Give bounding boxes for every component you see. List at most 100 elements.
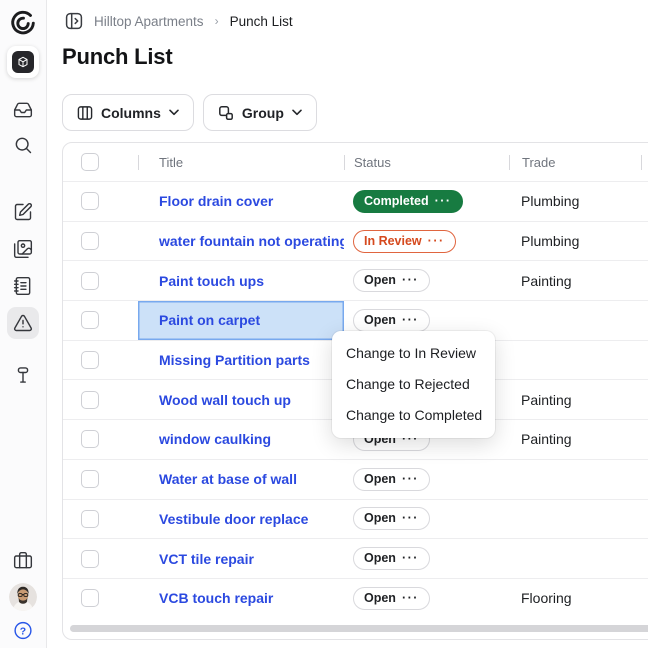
table-row[interactable]: VCT tile repair Open··· xyxy=(63,538,648,578)
columns-icon xyxy=(77,105,93,121)
title-cell[interactable]: water fountain not operating xyxy=(138,222,344,261)
table-row[interactable]: Paint touch upsOpen···Painting xyxy=(63,260,648,300)
menu-item[interactable]: Change to Rejected xyxy=(332,369,495,400)
sidebar-item-project[interactable] xyxy=(7,46,39,78)
group-button[interactable]: Group xyxy=(203,94,317,131)
title-cell[interactable]: Vestibule door replace xyxy=(138,500,344,539)
menu-item[interactable]: Change to In Review xyxy=(332,338,495,369)
more-options-icon[interactable]: ··· xyxy=(402,551,419,565)
trade-cell xyxy=(509,500,648,539)
column-divider xyxy=(138,155,139,170)
help-icon[interactable]: ? xyxy=(14,621,33,640)
signpost-icon[interactable] xyxy=(13,365,33,385)
row-checkbox[interactable] xyxy=(81,430,99,448)
status-badge-label: Open xyxy=(364,511,396,525)
table-row[interactable]: Water at base of wall Open··· xyxy=(63,459,648,499)
search-icon[interactable] xyxy=(13,135,33,155)
column-header-trade[interactable]: Trade xyxy=(509,143,648,181)
status-badge[interactable]: Open ··· xyxy=(353,507,430,530)
file-edit-icon[interactable] xyxy=(13,202,33,222)
status-badge[interactable]: Open··· xyxy=(353,468,430,491)
column-header-title[interactable]: Title xyxy=(138,143,344,181)
inbox-icon[interactable] xyxy=(13,100,33,120)
title-cell[interactable]: Wood wall touch up xyxy=(138,380,344,419)
row-checkbox[interactable] xyxy=(81,232,99,250)
row-checkbox[interactable] xyxy=(81,272,99,290)
columns-button[interactable]: Columns xyxy=(62,94,194,131)
column-header-status[interactable]: Status xyxy=(344,143,509,181)
breadcrumb-project[interactable]: Hilltop Apartments xyxy=(94,14,204,29)
status-badge[interactable]: Open··· xyxy=(353,547,430,570)
more-options-icon[interactable]: ··· xyxy=(428,234,445,248)
columns-button-label: Columns xyxy=(101,105,161,121)
row-checkbox[interactable] xyxy=(81,192,99,210)
row-checkbox[interactable] xyxy=(81,550,99,568)
main-content: Hilltop Apartments › Punch List Punch Li… xyxy=(47,0,648,648)
status-badge-label: Open xyxy=(364,591,396,605)
chevron-down-icon xyxy=(169,109,179,116)
table-row[interactable]: Vestibule door replace Open ··· xyxy=(63,499,648,539)
task-title-link[interactable]: Missing Partition parts xyxy=(159,352,310,368)
checkbox-cell xyxy=(63,420,138,459)
row-checkbox[interactable] xyxy=(81,391,99,409)
more-options-icon[interactable]: ··· xyxy=(402,591,419,605)
task-title-link[interactable]: Paint on carpet xyxy=(159,312,260,328)
title-cell[interactable]: window caulking xyxy=(138,420,344,459)
row-checkbox[interactable] xyxy=(81,510,99,528)
table-row[interactable]: VCB touch repairOpen···Flooring xyxy=(63,578,648,618)
title-cell[interactable]: VCB touch repair xyxy=(138,579,344,618)
table-row[interactable]: water fountain not operating In Review···… xyxy=(63,221,648,261)
task-title-link[interactable]: water fountain not operating xyxy=(159,233,344,249)
menu-item[interactable]: Change to Completed xyxy=(332,400,495,431)
row-checkbox[interactable] xyxy=(81,351,99,369)
checkbox-cell xyxy=(63,460,138,499)
app-logo-icon[interactable] xyxy=(9,9,37,37)
status-badge[interactable]: Open··· xyxy=(353,309,430,332)
trade-cell: Painting xyxy=(509,420,648,459)
breadcrumb-separator-icon: › xyxy=(215,14,219,28)
status-badge[interactable]: Open ··· xyxy=(353,587,430,610)
panel-toggle-icon[interactable] xyxy=(65,12,83,30)
photos-icon[interactable] xyxy=(13,239,33,259)
cube-icon xyxy=(12,51,34,73)
title-cell[interactable]: Paint touch ups xyxy=(138,261,344,300)
more-options-icon[interactable]: ··· xyxy=(402,313,419,327)
checkbox-cell xyxy=(63,182,138,221)
trade-cell xyxy=(509,301,648,340)
status-cell: Open··· xyxy=(344,460,509,499)
more-options-icon[interactable]: ··· xyxy=(402,273,419,287)
title-cell[interactable]: Missing Partition parts xyxy=(138,341,344,380)
sidebar-item-punch-list[interactable] xyxy=(7,307,39,339)
breadcrumb-current: Punch List xyxy=(230,14,293,29)
status-badge[interactable]: In Review··· xyxy=(353,230,456,253)
select-all-checkbox[interactable] xyxy=(81,153,99,171)
task-title-link[interactable]: window caulking xyxy=(159,431,271,447)
task-title-link[interactable]: Paint touch ups xyxy=(159,273,264,289)
more-options-icon[interactable]: ··· xyxy=(402,472,419,486)
task-title-link[interactable]: VCB touch repair xyxy=(159,590,273,606)
title-cell[interactable]: Paint on carpet xyxy=(138,301,344,340)
task-title-link[interactable]: Vestibule door replace xyxy=(159,511,308,527)
task-title-link[interactable]: Floor drain cover xyxy=(159,193,273,209)
task-title-link[interactable]: Water at base of wall xyxy=(159,471,297,487)
more-options-icon[interactable]: ··· xyxy=(402,511,419,525)
row-checkbox[interactable] xyxy=(81,311,99,329)
title-cell[interactable]: Water at base of wall xyxy=(138,460,344,499)
sidebar: ? xyxy=(0,0,47,648)
more-options-icon[interactable]: ··· xyxy=(435,194,452,208)
title-cell[interactable]: VCT tile repair xyxy=(138,539,344,578)
warning-triangle-icon xyxy=(13,313,33,333)
table-row[interactable]: Floor drain coverCompleted···Plumbing xyxy=(63,181,648,221)
briefcase-icon[interactable] xyxy=(13,551,33,571)
status-badge[interactable]: Completed··· xyxy=(353,190,463,213)
row-checkbox[interactable] xyxy=(81,470,99,488)
chevron-down-icon xyxy=(292,109,302,116)
title-cell[interactable]: Floor drain cover xyxy=(138,182,344,221)
horizontal-scrollbar[interactable] xyxy=(70,625,648,632)
task-title-link[interactable]: Wood wall touch up xyxy=(159,392,291,408)
task-title-link[interactable]: VCT tile repair xyxy=(159,551,254,567)
status-badge[interactable]: Open··· xyxy=(353,269,430,292)
notebook-icon[interactable] xyxy=(13,276,33,296)
row-checkbox[interactable] xyxy=(81,589,99,607)
user-avatar[interactable] xyxy=(9,583,37,611)
